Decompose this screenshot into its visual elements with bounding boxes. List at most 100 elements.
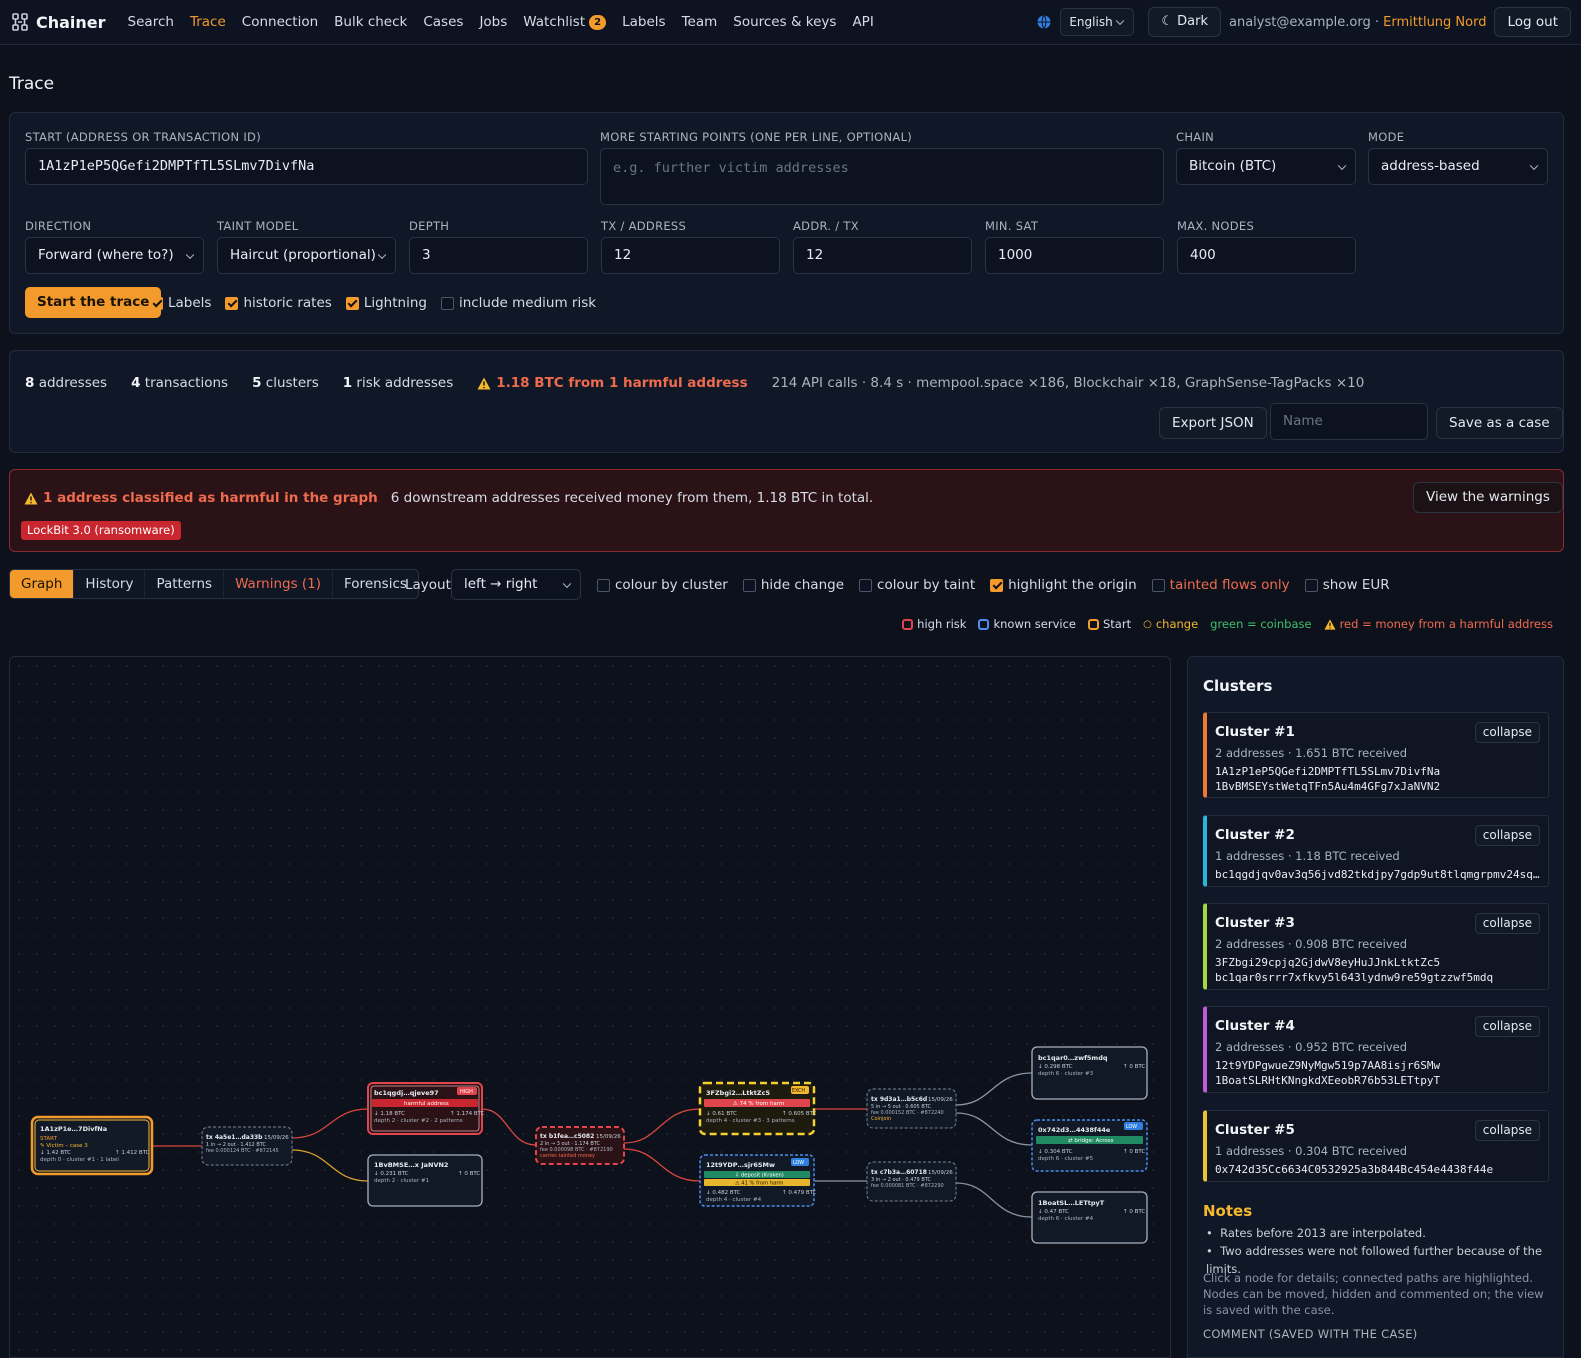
cluster-3-title: Cluster #3 [1215, 915, 1295, 931]
cluster-2-address-1[interactable]: bc1qgdjqv0av3q56jvd82tkdjpy7gdp9ut8tlqmg… [1215, 868, 1545, 881]
node-n4-in: ↓ 0.61 BTC [706, 1110, 737, 1117]
cluster-1-address-1[interactable]: 1A1zP1eP5QGefi2DMPTfTL5SLmv7DivfNa [1215, 765, 1545, 778]
colour-by-cluster-checkbox[interactable]: colour by cluster [597, 577, 728, 593]
graph-node-n4[interactable]: 3FZbgi2…LtktZc5 EXCH ⚠ 74 % from harm ↓ … [698, 1081, 817, 1136]
historic-rates-checkbox-box [225, 296, 239, 310]
lockbit-tag[interactable]: LockBit 3.0 (ransomware) [21, 521, 181, 540]
cluster-4-meta: 2 addresses · 0.952 BTC received [1215, 1040, 1408, 1054]
taint-model-select[interactable]: Haircut (proportional) [217, 237, 396, 274]
medium-risk-checkbox-label: include medium risk [458, 295, 597, 311]
cluster-5-address-1[interactable]: 0x742d35Cc6634C0532925a3b844Bc454e4438f4… [1215, 1163, 1545, 1176]
tab-history[interactable]: History [74, 570, 146, 598]
cluster-4-address-2[interactable]: 1BoatSLRHtKNngkdXEeobR76b53LETtpyT [1215, 1074, 1545, 1087]
cluster-card-1[interactable]: Cluster #1 collapse 2 addresses · 1.651 … [1203, 712, 1549, 798]
save-case-button[interactable]: Save as a case [1436, 407, 1563, 439]
node-n2-meta: depth 2 · cluster #2 · 2 patterns [374, 1118, 463, 1124]
start-trace-button[interactable]: Start the trace [25, 287, 162, 318]
hide-change-checkbox[interactable]: hide change [742, 577, 844, 593]
cluster-3-collapse-button[interactable]: collapse [1474, 913, 1540, 934]
nav-jobs[interactable]: Jobs [471, 14, 515, 30]
nav-search[interactable]: Search [120, 14, 182, 30]
nav-labels[interactable]: Labels [614, 14, 673, 30]
export-json-button[interactable]: Export JSON [1159, 407, 1267, 439]
stat-risk-label: risk addresses [352, 375, 454, 391]
clusters-sidebar: Clusters Cluster #1 collapse 2 addresses… [1187, 656, 1564, 1358]
node-n4-badge: EXCH [792, 1088, 805, 1094]
tab-graph[interactable]: Graph [10, 570, 75, 598]
nav-watchlist[interactable]: Watchlist 2 [515, 14, 614, 30]
logout-button[interactable]: Log out [1494, 7, 1571, 37]
historic-rates-checkbox[interactable]: historic rates [225, 295, 332, 311]
nav-sources-keys[interactable]: Sources & keys [725, 14, 844, 30]
mode-select[interactable]: address-based [1368, 148, 1548, 185]
legend-red-label: red = money from a harmful address [1339, 617, 1553, 631]
more-starting-points-textarea[interactable]: e.g. further victim addresses [600, 148, 1164, 205]
cluster-4-address-1[interactable]: 12t9YDPgwueZ9NyMgw519p7AA8isjr6SMw [1215, 1059, 1545, 1072]
node-n3-out: ↑ 0 BTC [458, 1170, 480, 1177]
note-1-text: Rates before 2013 are interpolated. [1220, 1226, 1426, 1240]
tainted-flows-checkbox[interactable]: tainted flows only [1151, 577, 1290, 593]
tx-per-address-input[interactable]: 12 [601, 237, 780, 274]
nav-trace[interactable]: Trace [182, 14, 234, 30]
watchlist-count-badge: 2 [589, 14, 607, 30]
graph-node-n8[interactable]: 1BoatSL…LETtpyT ↓ 0.47 BTC ↑ 0 BTC depth… [1031, 1191, 1148, 1244]
tab-warnings[interactable]: Warnings (1) [224, 570, 334, 598]
node-n5-in: ↓ 0.482 BTC [706, 1189, 741, 1196]
nav-connection[interactable]: Connection [234, 14, 326, 30]
theme-toggle-button[interactable]: ☾ Dark [1148, 7, 1221, 37]
cluster-5-collapse-button[interactable]: collapse [1474, 1120, 1540, 1141]
harm-alert [9, 469, 1564, 552]
nav-api[interactable]: API [844, 14, 881, 30]
cluster-1-collapse-button[interactable]: collapse [1474, 722, 1540, 743]
layout-select[interactable]: left → right [451, 569, 581, 600]
graph-canvas[interactable]: 1A1zP1e…7DivfNa START ✎ Victim – case 3 … [9, 656, 1171, 1358]
graph-tx-t3[interactable]: tx 9d3a1…b5c6d 15/09/26 5 in → 5 out · 0… [866, 1088, 957, 1129]
show-eur-checkbox[interactable]: show EUR [1304, 577, 1390, 593]
cluster-3-address-1[interactable]: 3FZbgi29cpjq2GjdwV8eyHuJJnkLtktZc5 [1215, 956, 1545, 969]
case-name-input[interactable]: Name [1270, 403, 1428, 440]
addr-per-tx-input[interactable]: 12 [793, 237, 972, 274]
highlight-origin-checkbox[interactable]: highlight the origin [990, 577, 1137, 593]
cluster-card-5[interactable]: Cluster #5 collapse 1 addresses · 0.304 … [1203, 1110, 1549, 1182]
change-circle-icon: ○ [1143, 618, 1152, 630]
cluster-card-3[interactable]: Cluster #3 collapse 2 addresses · 0.908 … [1203, 903, 1549, 990]
graph-tx-t2[interactable]: tx b1fea…c5082 15/09/26 2 in → 3 out · 1… [535, 1126, 625, 1165]
medium-risk-checkbox[interactable]: include medium risk [440, 295, 597, 311]
language-select[interactable]: English [1060, 8, 1135, 36]
start-input[interactable]: 1A1zP1eP5QGefi2DMPTfTL5SLmv7DivfNa [25, 148, 588, 185]
cluster-card-2[interactable]: Cluster #2 collapse 1 addresses · 1.18 B… [1203, 815, 1549, 887]
max-nodes-input[interactable]: 400 [1177, 237, 1356, 274]
legend-warning-icon [1324, 618, 1336, 630]
cluster-4-collapse-button[interactable]: collapse [1474, 1016, 1540, 1037]
view-warnings-button[interactable]: View the warnings [1413, 482, 1563, 513]
graph-node-n5[interactable]: 12t9YDP…sjr6SMw LOW ⇩ deposit (Kraken) ⚠… [699, 1154, 817, 1207]
direction-select[interactable]: Forward (where to?) [25, 237, 204, 274]
graph-tx-t1[interactable]: tx 4a5e1…da33b 15/09/26 1 in → 2 out · 1… [201, 1126, 293, 1166]
labels-checkbox[interactable]: Labels [150, 295, 211, 311]
cluster-1-address-2[interactable]: 1BvBMSEYstWetqTFn5Au4m4GFg7xJaNVN2 [1215, 780, 1545, 793]
graph-node-n3[interactable]: 1BvBMSE…x JaNVN2 ↓ 0.231 BTC ↑ 0 BTC dep… [367, 1154, 483, 1207]
lightning-checkbox[interactable]: Lightning [345, 295, 427, 311]
colour-by-taint-checkbox[interactable]: colour by taint [859, 577, 975, 593]
labels-checkbox-box [150, 296, 163, 310]
tab-patterns[interactable]: Patterns [145, 570, 225, 598]
edge-t2-n4 [623, 1108, 701, 1144]
cluster-2-collapse-button[interactable]: collapse [1474, 825, 1540, 846]
node-n1-out: ↑ 1.412 BTC [115, 1149, 150, 1156]
nav-team[interactable]: Team [674, 14, 726, 30]
chain-select[interactable]: Bitcoin (BTC) [1176, 148, 1356, 185]
brand[interactable]: Chainer [10, 12, 106, 32]
cluster-3-address-2[interactable]: bc1qar0srrr7xfkvy5l643lydnw9re59gtzzwf5m… [1215, 971, 1545, 984]
nav-cases[interactable]: Cases [415, 14, 471, 30]
graph-node-harmful[interactable]: bc1qgdj…qjeve97 HIGH harmful address ↓ 1… [367, 1082, 485, 1135]
graph-node-n7[interactable]: 0x742d3…4438f44e LOW ⇄ bridge: Across ↓ … [1031, 1119, 1148, 1172]
min-sat-input[interactable]: 1000 [985, 237, 1164, 274]
depth-input[interactable]: 3 [409, 237, 588, 274]
nav-watchlist-label: Watchlist [523, 14, 586, 30]
graph-tx-t4[interactable]: tx c7b3a…60718 15/09/26 3 in → 2 out · 0… [866, 1161, 957, 1202]
graph-node-start[interactable]: 1A1zP1e…7DivfNa START ✎ Victim – case 3 … [30, 1115, 154, 1176]
alert-title: 1 address classified as harmful in the g… [43, 490, 378, 506]
nav-bulk-check[interactable]: Bulk check [326, 14, 415, 30]
cluster-card-4[interactable]: Cluster #4 collapse 2 addresses · 0.952 … [1203, 1006, 1549, 1093]
graph-node-n6[interactable]: bc1qar0…zwf5mdq ↓ 0.298 BTC ↑ 0 BTC dept… [1031, 1046, 1148, 1100]
